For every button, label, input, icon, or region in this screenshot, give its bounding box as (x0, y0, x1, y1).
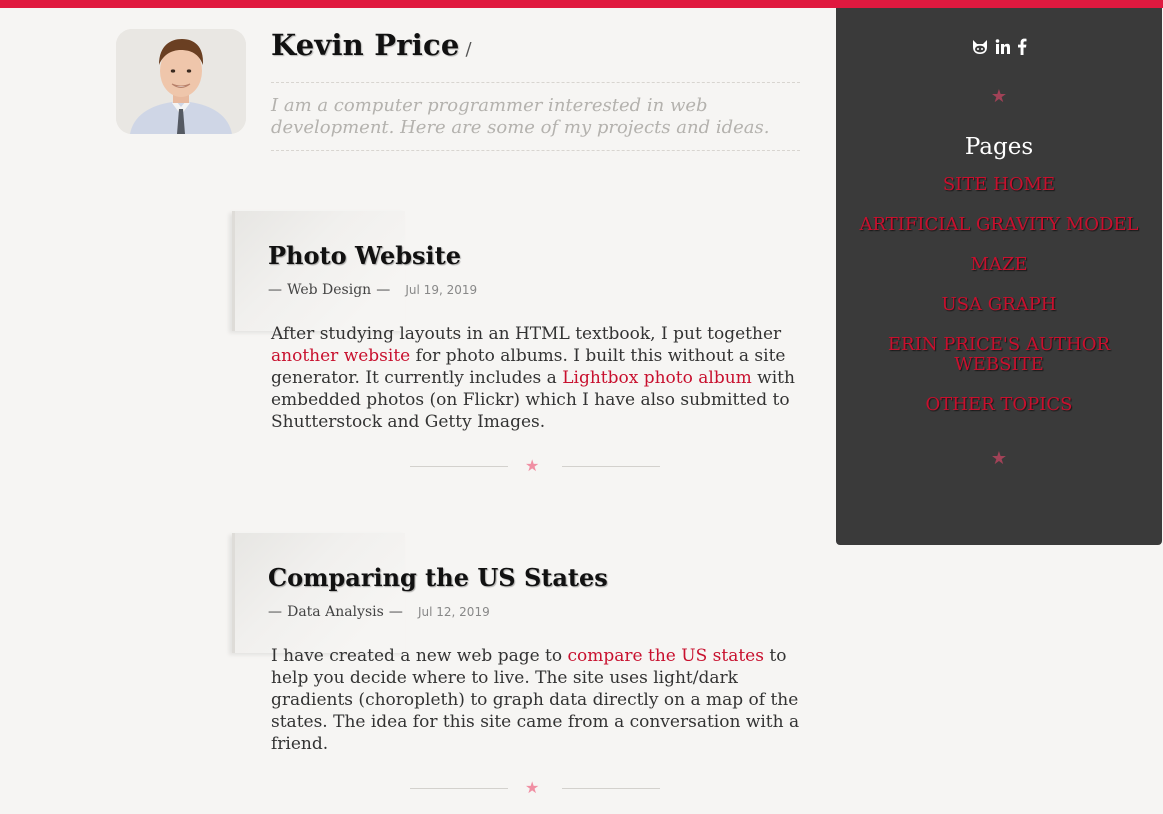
nav-link-author-website[interactable]: ERIN PRICE'S AUTHOR WEBSITE (859, 335, 1139, 375)
facebook-icon[interactable] (1017, 38, 1027, 55)
lightbox-album-link[interactable]: Lightbox photo album (562, 368, 752, 388)
nav-link-maze[interactable]: MAZE (859, 255, 1139, 275)
post-title[interactable]: Comparing the US States (268, 563, 608, 592)
nav-item-author-website: ERIN PRICE'S AUTHOR WEBSITE (836, 335, 1162, 375)
star-icon: ★ (525, 456, 540, 475)
post-meta: — Web Design — Jul 19, 2019 (268, 279, 477, 298)
profile-photo (116, 29, 246, 134)
meta-dash: — (268, 282, 282, 298)
post-category[interactable]: Web Design (287, 282, 371, 298)
header-divider (271, 82, 800, 83)
post-meta: — Data Analysis — Jul 12, 2019 (268, 601, 490, 620)
post-divider: ★ (410, 456, 660, 476)
github-icon[interactable] (971, 39, 989, 55)
top-accent-bar (0, 0, 1163, 8)
post-body: After studying layouts in an HTML textbo… (271, 323, 806, 433)
post-photo-website: Photo Website — Web Design — Jul 19, 201… (232, 211, 802, 481)
divider-line (562, 788, 660, 789)
nav-item-site-home: SITE HOME (836, 175, 1162, 195)
pages-heading: Pages (964, 134, 1034, 160)
meta-dash: — (268, 604, 282, 620)
post-category[interactable]: Data Analysis (287, 604, 384, 620)
site-title[interactable]: Kevin Price / (271, 28, 472, 62)
another-website-link[interactable]: another website (271, 346, 410, 366)
avatar (116, 29, 246, 134)
site-title-text[interactable]: Kevin Price (271, 28, 459, 62)
header-divider (271, 150, 800, 151)
compare-us-states-link[interactable]: compare the US states (568, 646, 764, 666)
star-icon: ★ (525, 778, 540, 797)
nav-item-maze: MAZE (836, 255, 1162, 275)
post-title[interactable]: Photo Website (268, 241, 461, 270)
divider-line (562, 466, 660, 467)
post-body: I have created a new web page to compare… (271, 645, 806, 755)
meta-dash: — (388, 604, 403, 620)
post-divider: ★ (410, 778, 660, 798)
nav-link-artificial-gravity-model[interactable]: ARTIFICIAL GRAVITY MODEL (859, 215, 1139, 235)
nav-link-usa-graph[interactable]: USA GRAPH (859, 295, 1139, 315)
post-date: Jul 12, 2019 (417, 605, 490, 619)
site-tagline: I am a computer programmer interested in… (271, 95, 770, 138)
star-icon: ★ (990, 86, 1008, 107)
star-icon: ★ (990, 448, 1008, 469)
nav-item-artificial-gravity-model: ARTIFICIAL GRAVITY MODEL (836, 215, 1162, 235)
nav-link-site-home[interactable]: SITE HOME (859, 175, 1139, 195)
post-title-tab (232, 533, 405, 653)
social-links (836, 38, 1162, 55)
nav-item-usa-graph: USA GRAPH (836, 295, 1162, 315)
linkedin-icon[interactable] (995, 38, 1011, 55)
post-text: I have created a new web page to (271, 646, 568, 666)
post-comparing-us-states: Comparing the US States — Data Analysis … (232, 533, 802, 814)
post-date: Jul 19, 2019 (405, 283, 478, 297)
meta-dash: — (376, 282, 391, 298)
post-title-tab (232, 211, 405, 331)
divider-line (410, 788, 508, 789)
nav-item-other-topics: OTHER TOPICS (836, 395, 1162, 415)
nav-link-other-topics[interactable]: OTHER TOPICS (859, 395, 1139, 415)
sidebar: ★ Pages SITE HOME ARTIFICIAL GRAVITY MOD… (836, 8, 1162, 545)
post-text: After studying layouts in an HTML textbo… (271, 324, 782, 344)
title-slash: / (465, 39, 472, 60)
pages-nav: SITE HOME ARTIFICIAL GRAVITY MODEL MAZE … (836, 175, 1162, 435)
divider-line (410, 466, 508, 467)
